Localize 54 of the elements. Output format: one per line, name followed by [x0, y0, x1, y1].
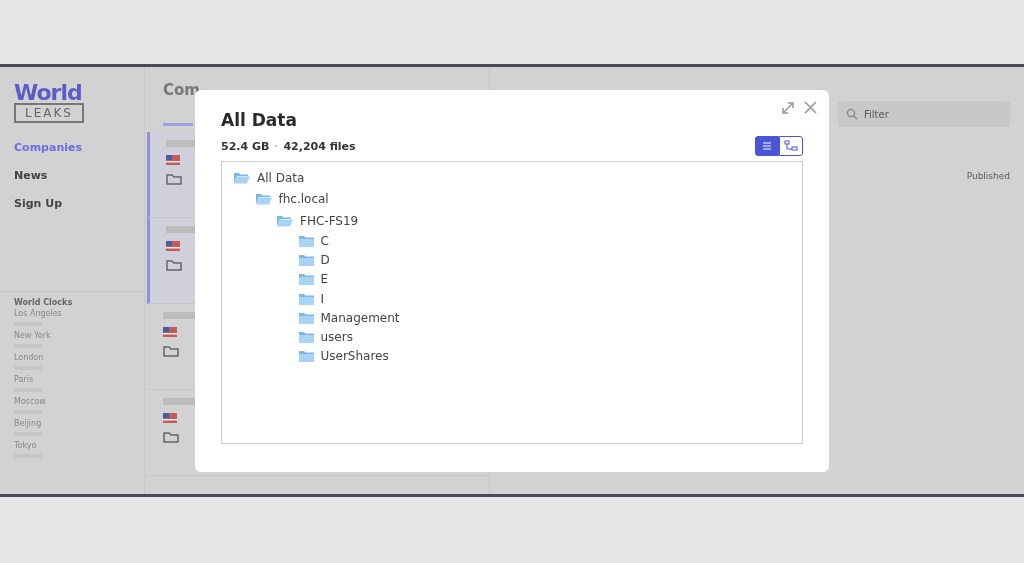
published-label: Published [966, 171, 1010, 181]
close-button[interactable] [804, 101, 817, 115]
folder-icon [298, 350, 314, 363]
tree-item[interactable]: Management [222, 308, 802, 328]
city-name: Los Angeles [14, 309, 63, 319]
file-count: 42,204 files [283, 139, 356, 153]
dialog-title: All Data [221, 110, 298, 130]
open-folder-icon [234, 171, 250, 184]
city-name: Moscow [14, 397, 47, 407]
tree-item[interactable]: fhc.local [222, 188, 802, 210]
folder-icon [298, 254, 314, 267]
search-icon [846, 108, 858, 120]
logo: World LEAKS [14, 83, 84, 123]
folder-icon [298, 273, 314, 286]
list-icon [762, 142, 772, 150]
nav-link[interactable]: Sign Up [14, 197, 144, 210]
open-folder-icon [255, 193, 272, 206]
city-name: Paris [14, 375, 35, 385]
flag-icon [166, 241, 180, 251]
folder-icon [298, 235, 314, 248]
tree-item[interactable]: users [222, 327, 802, 347]
folder-icon [166, 259, 182, 271]
folder-icon [163, 431, 179, 443]
city-name: Tokyo [14, 441, 38, 451]
folder-icon [163, 345, 179, 357]
filter-field[interactable]: Filter [838, 101, 1010, 127]
expand-icon [781, 101, 795, 115]
tree-item[interactable]: I [222, 289, 802, 309]
folder-icon [166, 173, 182, 185]
flag-icon [166, 155, 180, 165]
tree-item[interactable]: FHC-FS19 [222, 210, 802, 232]
city-name: London [14, 353, 45, 363]
tree-item[interactable]: E [222, 269, 802, 290]
close-icon [804, 101, 817, 114]
folder-icon [298, 292, 314, 305]
folder-icon [298, 331, 314, 344]
clocks-title: World Clocks [14, 298, 74, 307]
expand-button[interactable] [781, 101, 795, 115]
view-toggle[interactable] [755, 136, 779, 156]
flag-icon [163, 413, 177, 423]
flag-icon [163, 327, 177, 337]
hierarchy-icon [784, 140, 798, 152]
tree-item[interactable]: UserShares [222, 346, 802, 366]
nav-link[interactable]: News [14, 169, 144, 182]
size-text: 52.4 GB [221, 139, 270, 153]
view-toggle[interactable] [779, 136, 803, 156]
open-folder-icon [277, 214, 293, 227]
tree-item[interactable]: All Data [222, 167, 802, 189]
city-name: Beijing [14, 419, 43, 429]
tree-item[interactable]: C [222, 231, 802, 251]
folder-icon [298, 311, 314, 324]
city-name: New York [14, 331, 52, 341]
tree-item[interactable]: D [222, 250, 802, 270]
tab-underline [163, 123, 193, 126]
